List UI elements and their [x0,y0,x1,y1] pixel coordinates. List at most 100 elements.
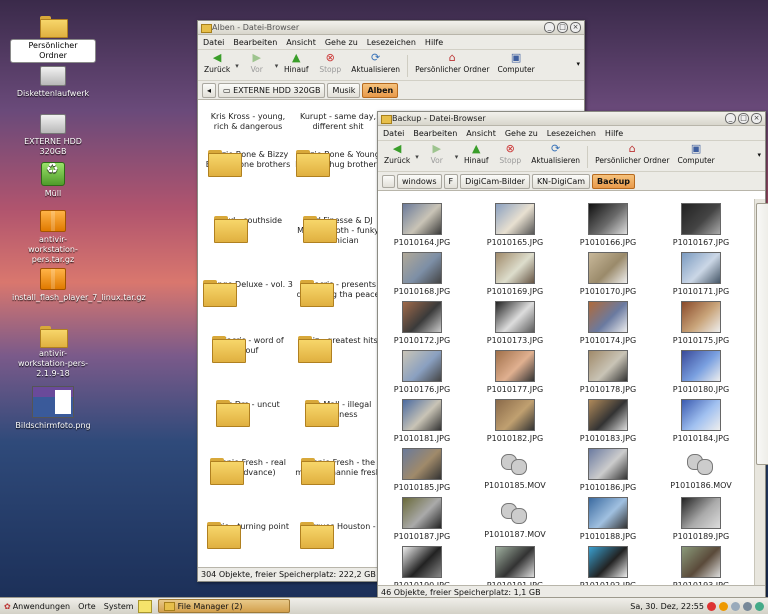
stop-button[interactable]: ⊗ Stopp [494,143,526,165]
file-item[interactable]: P1010168.JPG [382,252,462,296]
menu-file[interactable]: Datei [383,129,404,138]
path-button-alben[interactable]: Alben [362,82,399,98]
file-item[interactable]: P1010178.JPG [568,350,648,394]
desktop-icon-trash[interactable]: Müll [10,162,96,199]
file-item[interactable]: P1010186.JPG [568,448,648,492]
file-item[interactable]: P1010165.JPG [475,203,555,247]
up-button[interactable]: ▲ Hinauf [460,143,492,165]
system-menu[interactable]: System [100,602,138,611]
folder-item[interactable]: Mac Dre - uncut [203,400,293,427]
file-item[interactable]: P1010167.JPG [661,203,741,247]
back-button[interactable]: ◀ Zurück [381,143,413,165]
minimize-icon[interactable]: _ [725,113,736,124]
path-scroll-left-button[interactable]: ◂ [202,82,217,98]
file-item[interactable]: P1010192.JPG [568,546,648,586]
file-item[interactable]: P1010180.JPG [661,350,741,394]
up-button[interactable]: ▲ Hinauf [280,52,312,74]
folder-item[interactable]: Ludacris - word of mouf [203,336,293,363]
taskbar-task-file-manager[interactable]: File Manager (2) [157,599,290,613]
home-button[interactable]: ⌂ Persönlicher Ordner [592,143,672,165]
file-item[interactable]: P1010187.JPG [382,497,462,541]
close-icon[interactable]: × [751,113,762,124]
folder-item[interactable]: Luniz - greatest hits [293,336,383,363]
vertical-scrollbar[interactable] [754,199,768,586]
back-history-dropdown[interactable]: ▾ [415,153,419,161]
file-item[interactable]: P1010193.JPG [661,546,741,586]
folder-item[interactable]: Lounge Deluxe - vol. 3 [203,280,293,307]
file-item[interactable]: P1010164.JPG [382,203,462,247]
search-icon[interactable] [731,601,740,611]
file-item[interactable]: P1010185.MOV [475,448,555,490]
file-item[interactable]: P1010170.JPG [568,252,648,296]
file-item[interactable]: P1010185.JPG [382,448,462,492]
power-icon[interactable] [719,601,728,611]
computer-button[interactable]: ▣ Computer [494,52,537,74]
file-item[interactable]: P1010186.MOV [661,448,741,490]
path-button-digicam-bilder[interactable]: DigiCam-Bilder [460,173,530,189]
reload-button[interactable]: ⟳ Aktualisieren [528,143,583,165]
file-item[interactable]: P1010173.JPG [475,301,555,345]
close-icon[interactable]: × [570,22,581,33]
update-notifier-icon[interactable] [707,601,716,611]
menu-go[interactable]: Gehe zu [505,129,538,138]
folder-item[interactable]: Ludacris - presents disturbing tha peace [293,280,383,307]
forward-history-dropdown[interactable]: ▾ [275,62,279,70]
file-item[interactable]: P1010181.JPG [382,399,462,443]
folder-item[interactable]: Kris Kross - young, rich & dangerous [203,112,293,132]
folder-item[interactable]: Kurupt - same day, different shit [293,112,383,132]
forward-button[interactable]: ▶ Vor [421,143,453,165]
file-item[interactable]: P1010166.JPG [568,203,648,247]
file-item[interactable]: P1010187.MOV [475,497,555,539]
file-item[interactable]: P1010174.JPG [568,301,648,345]
folder-item[interactable]: Layzie Bone & Young Noble - thug brother… [293,150,383,177]
file-item[interactable]: P1010171.JPG [661,252,741,296]
computer-button[interactable]: ▣ Computer [674,143,717,165]
desktop-icon-external-hdd[interactable]: EXTERNE HDD 320GB [10,114,96,157]
folder-item[interactable]: Layzie Bone & Bizzy Bone - bone brothers [203,150,293,177]
desktop-icon-antivir-folder[interactable]: antivir-workstation-pers-2.1.9-18 [10,326,96,379]
file-item[interactable]: P1010190.JPG [382,546,462,586]
menu-edit[interactable]: Bearbeiten [413,129,457,138]
menu-bookmarks[interactable]: Lesezeichen [367,38,416,47]
file-item[interactable]: P1010191.JPG [475,546,555,586]
file-item[interactable]: P1010175.JPG [661,301,741,345]
zoom-icon[interactable] [743,601,752,611]
desktop-icon-home[interactable]: Persönlicher Ordner [10,16,96,63]
desktop-icon-floppy[interactable]: Diskettenlaufwerk [10,66,96,99]
toolbar-overflow-icon[interactable]: ▾ [576,60,580,68]
alben-titlebar[interactable]: Alben - Datei-Browser _ □ × [198,21,584,35]
file-item[interactable]: P1010183.JPG [568,399,648,443]
path-button-backup[interactable]: Backup [592,173,636,189]
file-item[interactable]: P1010172.JPG [382,301,462,345]
desktop-icon-flash-archive[interactable]: install_flash_player_7_linux.tar.gz [10,268,146,303]
stop-button[interactable]: ⊗ Stopp [314,52,346,74]
clock[interactable]: Sa, 30. Dez, 22:55 [630,602,704,611]
maximize-icon[interactable]: □ [738,113,749,124]
forward-button[interactable]: ▶ Vor [241,52,273,74]
path-button-externe-hdd[interactable]: ▭ EXTERNE HDD 320GB [218,82,326,98]
toolbar-overflow-icon[interactable]: ▾ [757,151,761,159]
menu-file[interactable]: Datei [203,38,224,47]
places-menu[interactable]: Orte [74,602,100,611]
menu-help[interactable]: Hilfe [605,129,623,138]
backup-titlebar[interactable]: Backup - Datei-Browser _ □ × [378,112,765,126]
path-button-musik[interactable]: Musik [327,82,361,98]
folder-item[interactable]: Mario - turning point [203,522,293,549]
back-history-dropdown[interactable]: ▾ [235,62,239,70]
menu-help[interactable]: Hilfe [425,38,443,47]
folder-item[interactable]: Marques Houston - [293,522,383,549]
path-button-kn-digicam[interactable]: KN-DigiCam [531,173,591,189]
file-item[interactable]: P1010182.JPG [475,399,555,443]
file-item[interactable]: P1010189.JPG [661,497,741,541]
reload-button[interactable]: ⟳ Aktualisieren [348,52,403,74]
menu-view[interactable]: Ansicht [286,38,316,47]
menu-edit[interactable]: Bearbeiten [233,38,277,47]
maximize-icon[interactable]: □ [557,22,568,33]
scrollbar-thumb[interactable] [756,203,768,465]
menu-bookmarks[interactable]: Lesezeichen [547,129,596,138]
file-item[interactable]: P1010177.JPG [475,350,555,394]
desktop-icon-antivir-archive[interactable]: antivir-workstation-pers.tar.gz [10,210,96,265]
menu-go[interactable]: Gehe zu [325,38,358,47]
applications-menu[interactable]: ✿ Anwendungen [0,602,74,611]
minimize-icon[interactable]: _ [544,22,555,33]
